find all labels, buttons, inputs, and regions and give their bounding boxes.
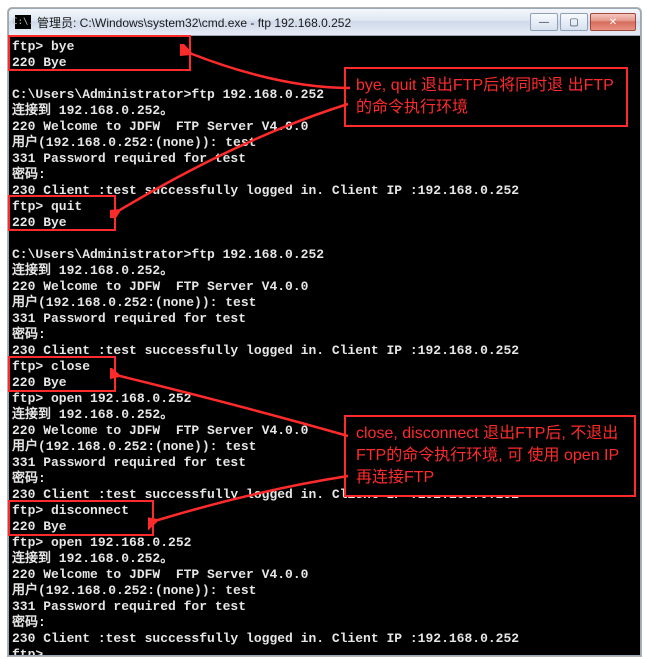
console-line: C:\Users\Administrator>ftp 192.168.0.252: [12, 247, 637, 263]
console-line: 220 Bye: [12, 55, 637, 71]
console-line: 220 Welcome to JDFW FTP Server V4.0.0: [12, 567, 637, 583]
console-line: 连接到 192.168.0.252。: [12, 263, 637, 279]
console-line: [12, 71, 637, 87]
window-title: 管理员: C:\Windows\system32\cmd.exe - ftp 1…: [37, 14, 528, 31]
console-line: 331 Password required for test: [12, 151, 637, 167]
console-line: ftp> open 192.168.0.252: [12, 535, 637, 551]
cmd-icon-text: C:\.: [12, 18, 34, 27]
console-output[interactable]: ftp> bye220 ByeC:\Users\Administrator>ft…: [10, 37, 639, 655]
minimize-button[interactable]: —: [530, 13, 558, 31]
console-line: 用户(192.168.0.252:(none)): test: [12, 583, 637, 599]
console-line: ftp> open 192.168.0.252: [12, 391, 637, 407]
close-button[interactable]: ✕: [590, 13, 636, 31]
console-line: 用户(192.168.0.252:(none)): test: [12, 439, 637, 455]
console-line: 连接到 192.168.0.252。: [12, 551, 637, 567]
console-line: 密码:: [12, 167, 637, 183]
console-line: 331 Password required for test: [12, 599, 637, 615]
console-line: [12, 231, 637, 247]
cmd-icon: C:\.: [15, 15, 31, 29]
console-line: 331 Password required for test: [12, 311, 637, 327]
cmd-window: C:\. 管理员: C:\Windows\system32\cmd.exe - …: [8, 8, 641, 656]
console-line: 230 Client :test successfully logged in.…: [12, 631, 637, 647]
console-line: 220 Welcome to JDFW FTP Server V4.0.0: [12, 279, 637, 295]
console-line: 331 Password required for test: [12, 455, 637, 471]
console-line: 220 Bye: [12, 375, 637, 391]
console-line: ftp> disconnect: [12, 503, 637, 519]
titlebar[interactable]: C:\. 管理员: C:\Windows\system32\cmd.exe - …: [9, 9, 640, 36]
console-line: 230 Client :test successfully logged in.…: [12, 183, 637, 199]
console-line: ftp>: [12, 647, 637, 655]
console-line: 密码:: [12, 471, 637, 487]
console-line: 密码:: [12, 615, 637, 631]
console-line: ftp> quit: [12, 199, 637, 215]
console-line: 用户(192.168.0.252:(none)): test: [12, 135, 637, 151]
console-line: 220 Bye: [12, 519, 637, 535]
console-line: 220 Bye: [12, 215, 637, 231]
console-line: 连接到 192.168.0.252。: [12, 407, 637, 423]
console-line: 230 Client :test successfully logged in.…: [12, 343, 637, 359]
maximize-button[interactable]: ▢: [560, 13, 588, 31]
console-line: 密码:: [12, 327, 637, 343]
console-line: C:\Users\Administrator>ftp 192.168.0.252: [12, 87, 637, 103]
console-line: 220 Welcome to JDFW FTP Server V4.0.0: [12, 119, 637, 135]
window-buttons: — ▢ ✕: [528, 13, 636, 31]
console-line: 用户(192.168.0.252:(none)): test: [12, 295, 637, 311]
console-line: ftp> close: [12, 359, 637, 375]
console-line: ftp> bye: [12, 39, 637, 55]
console-line: 230 Client :test successfully logged in.…: [12, 487, 637, 503]
console-line: 220 Welcome to JDFW FTP Server V4.0.0: [12, 423, 637, 439]
console-line: 连接到 192.168.0.252。: [12, 103, 637, 119]
